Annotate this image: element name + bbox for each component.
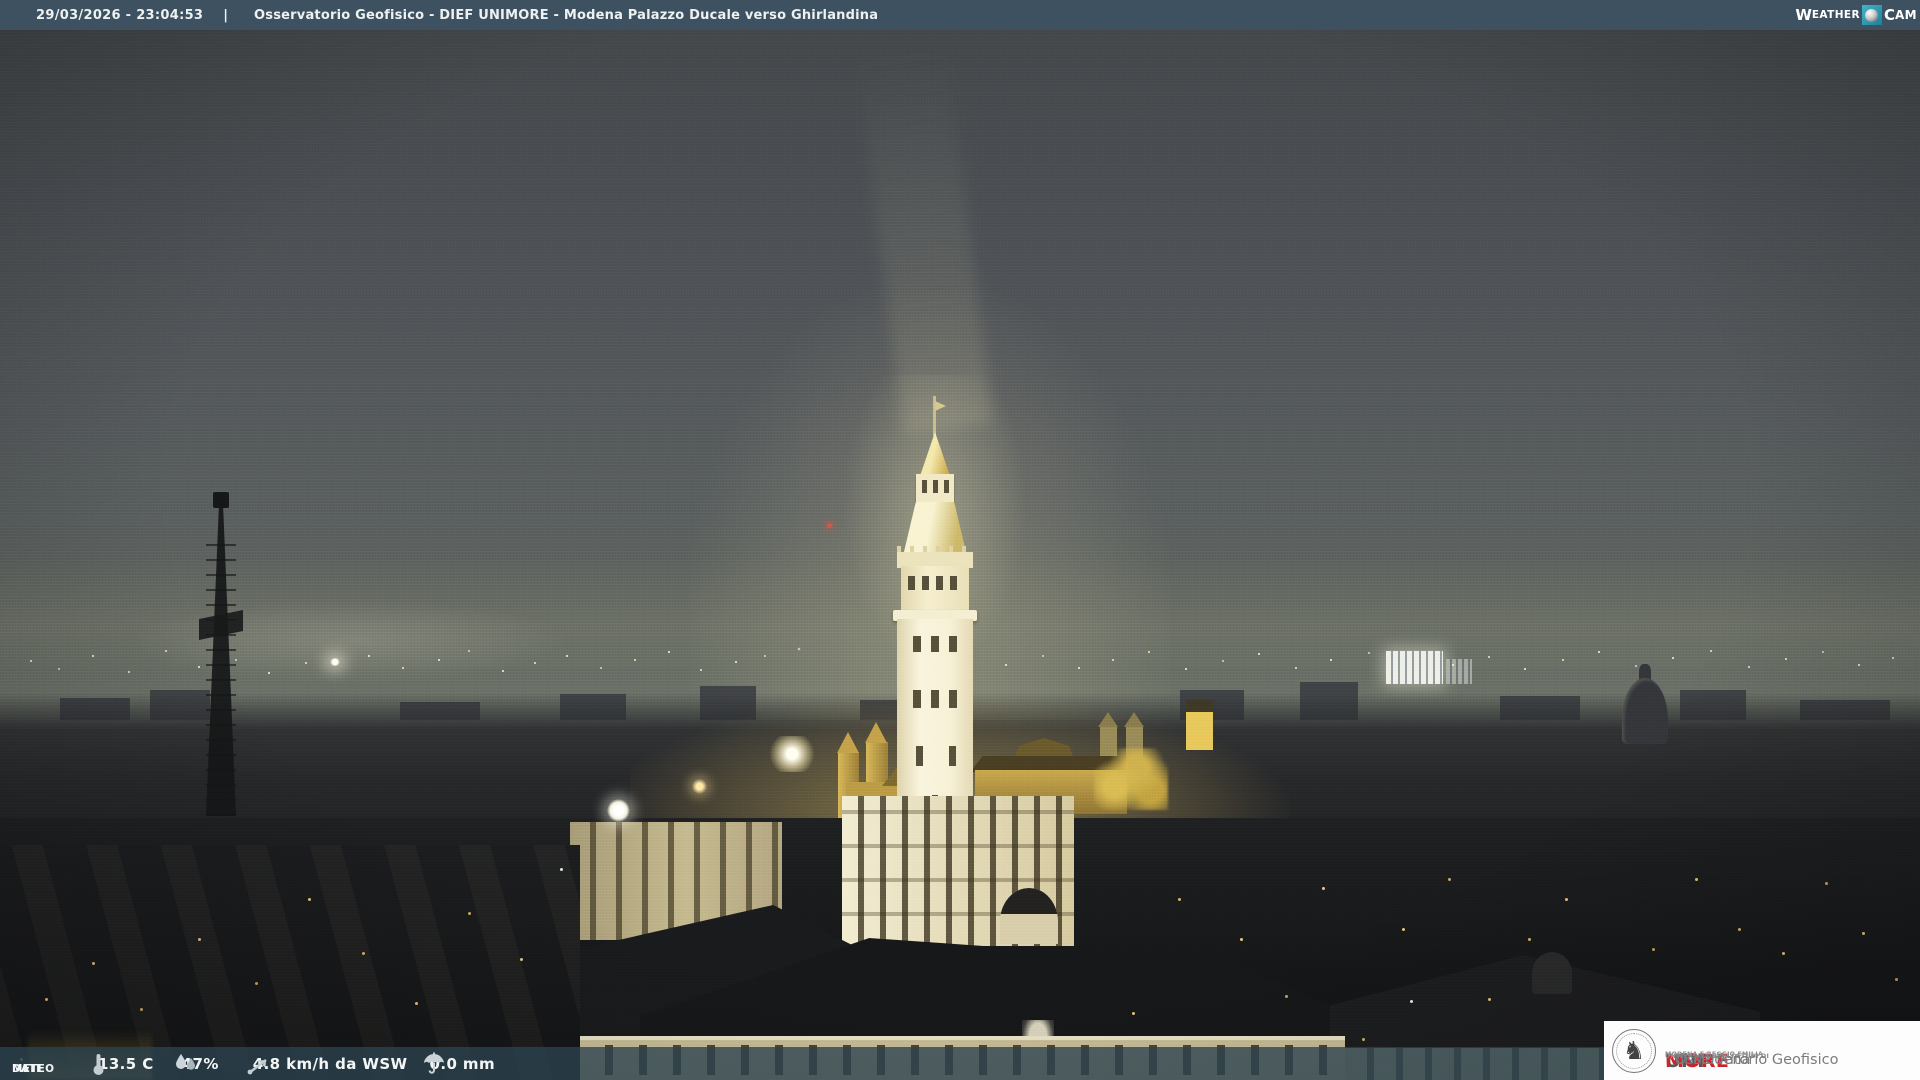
timestamp: 29/03/2026 - 23:04:53 — [36, 7, 204, 23]
unimore-seal-icon: ♞ — [1612, 1028, 1656, 1073]
header-bar: 29/03/2026 - 23:04:53 | Osservatorio Geo… — [0, 0, 1920, 30]
wind-value: 4.8 km/h da WSW — [252, 1054, 408, 1073]
sensor-grain — [0, 0, 1920, 1080]
weathercam-logo: W EATHER C AM — [1795, 0, 1917, 30]
logo-cam-initial: C — [1883, 6, 1895, 24]
label-meteo: METEO — [12, 1062, 55, 1075]
separator: | — [223, 7, 229, 23]
lens-sphere — [1865, 8, 1879, 22]
logo-weather-initial: W — [1795, 6, 1812, 24]
unimore-brand-card: ♞ UNI MORE UNIVERSITÀ DEGLI STUDI DI MODE… — [1604, 1021, 1920, 1080]
observatory-line2: di Modena — [1675, 1051, 1751, 1068]
logo-cam-rest: AM — [1894, 8, 1917, 22]
camera-title: Osservatorio Geofisico - DIEF UNIMORE - … — [254, 7, 879, 23]
webcam-lens-icon — [1861, 5, 1882, 25]
logo-weather-rest: EATHER — [1811, 9, 1860, 21]
webcam-view: 29/03/2026 - 23:04:53 | Osservatorio Geo… — [0, 0, 1920, 1080]
temperature-value: 13.5 C — [98, 1054, 154, 1073]
